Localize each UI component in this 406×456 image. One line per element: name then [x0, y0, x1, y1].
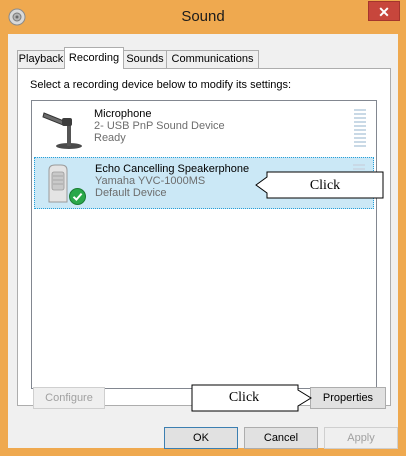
device-name: Echo Cancelling Speakerphone	[95, 163, 250, 175]
device-name: Microphone	[94, 108, 152, 120]
sound-dialog: Sound ✕ Playback Recording Sounds Commun…	[0, 0, 406, 456]
microphone-icon	[42, 112, 82, 149]
title-bar[interactable]: Sound ✕	[0, 0, 406, 34]
close-button[interactable]: ✕	[368, 1, 400, 21]
window-title: Sound	[181, 8, 225, 25]
device-text: Microphone 2- USB PnP Sound Device Ready	[94, 108, 225, 144]
level-meter	[354, 109, 366, 149]
apply-button[interactable]: Apply	[324, 427, 398, 449]
device-list[interactable]: Microphone 2- USB PnP Sound Device Ready	[31, 100, 377, 389]
instruction-text: Select a recording device below to modif…	[30, 79, 292, 91]
tab-sounds[interactable]: Sounds	[123, 50, 167, 68]
cancel-button[interactable]: Cancel	[244, 427, 318, 449]
properties-button[interactable]: Properties	[310, 387, 386, 409]
tab-playback[interactable]: Playback	[17, 50, 65, 68]
click-callout-properties: Click	[228, 390, 260, 405]
close-icon: ✕	[378, 4, 390, 20]
device-status: Ready	[94, 132, 126, 144]
device-item-microphone[interactable]: Microphone 2- USB PnP Sound Device Ready	[34, 103, 374, 155]
device-description: 2- USB PnP Sound Device	[94, 120, 225, 132]
tab-recording[interactable]: Recording	[64, 47, 124, 69]
configure-button[interactable]: Configure	[33, 387, 105, 409]
device-text: Echo Cancelling Speakerphone Yamaha YVC-…	[95, 163, 249, 199]
recording-panel: Select a recording device below to modif…	[17, 68, 391, 406]
default-check-icon	[69, 188, 86, 205]
device-description: Yamaha YVC-1000MS	[95, 175, 206, 187]
click-callout-device: Click	[309, 178, 341, 193]
ok-button[interactable]: OK	[164, 427, 238, 449]
tab-communications[interactable]: Communications	[166, 50, 259, 68]
device-status: Default Device	[95, 187, 167, 199]
